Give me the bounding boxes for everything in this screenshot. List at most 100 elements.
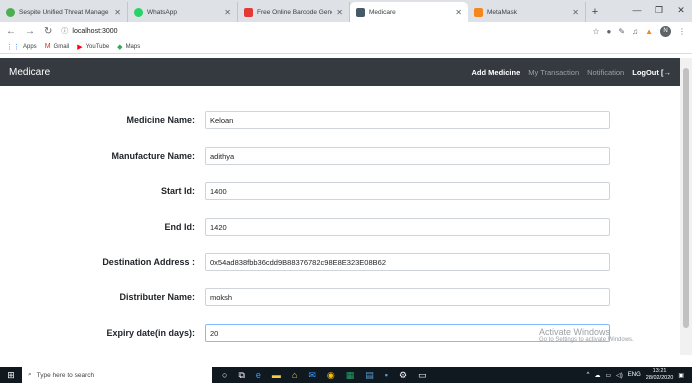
terminal-icon[interactable]: ▭ xyxy=(418,370,427,381)
maximize-icon[interactable]: ❐ xyxy=(648,0,670,20)
language-indicator[interactable]: ENG xyxy=(628,372,641,378)
new-tab-button[interactable]: + xyxy=(586,2,604,22)
add-medicine-form: Medicine Name: Manufacture Name: Start I… xyxy=(0,86,680,355)
cloud-icon[interactable]: ☁ xyxy=(594,372,600,379)
maps-icon: ◆ xyxy=(117,43,123,51)
medicine-name-input[interactable] xyxy=(205,111,610,129)
close-icon[interactable]: ✕ xyxy=(224,8,231,17)
end-id-label: End Id: xyxy=(164,222,196,232)
logout-icon: [→ xyxy=(661,67,671,77)
app-icon[interactable]: ▪ xyxy=(385,370,388,380)
close-icon[interactable]: ✕ xyxy=(572,8,579,17)
task-view-icon[interactable]: ⧉ xyxy=(238,370,244,381)
apps-icon: ⋮⋮ xyxy=(6,43,20,51)
tab-sespite[interactable]: Sespite Unified Threat Manage ✕ xyxy=(0,2,128,22)
info-icon[interactable]: ⓘ xyxy=(61,26,68,36)
tab-metamask[interactable]: MetaMask ✕ xyxy=(468,2,586,22)
url-input[interactable]: ⓘ localhost:3000 xyxy=(61,24,592,38)
bookmark-apps[interactable]: ⋮⋮ Apps xyxy=(6,43,37,51)
file-explorer-icon[interactable]: ▬ xyxy=(272,370,281,380)
bookmark-gmail[interactable]: M Gmail xyxy=(45,43,70,50)
settings-icon[interactable]: ⚙ xyxy=(399,370,407,381)
edge-icon[interactable]: e xyxy=(256,370,261,380)
close-icon[interactable]: ✕ xyxy=(336,8,343,17)
manufacture-name-input[interactable] xyxy=(205,147,610,165)
form-row-manufacture-name: Manufacture Name: xyxy=(0,146,680,166)
excel-icon[interactable]: ▦ xyxy=(346,370,355,381)
reload-icon[interactable]: ↻ xyxy=(44,26,52,37)
search-icon: ⌕ xyxy=(28,371,32,378)
taskbar-search[interactable]: ⌕ Type here to search xyxy=(22,367,212,383)
brand-logo[interactable]: Medicare xyxy=(9,67,472,78)
close-icon[interactable]: ✕ xyxy=(114,8,121,17)
form-row-medicine-name: Medicine Name: xyxy=(0,110,680,130)
close-icon[interactable]: ✕ xyxy=(455,8,462,17)
youtube-icon: ▶ xyxy=(77,43,83,51)
distributer-name-label: Distributer Name: xyxy=(119,292,195,302)
bookmark-maps[interactable]: ◆ Maps xyxy=(117,43,140,51)
battery-icon[interactable]: ▭ xyxy=(605,372,611,379)
nav-notification[interactable]: Notification xyxy=(587,68,624,77)
tab-whatsapp[interactable]: WhatsApp ✕ xyxy=(128,2,238,22)
form-row-distributer-name: Distributer Name: xyxy=(0,287,680,307)
browser-actions: ☆ ● ✎ ♫ ▲ N ⋮ xyxy=(592,25,686,37)
browser-tab-bar: Sespite Unified Threat Manage ✕ WhatsApp… xyxy=(0,0,692,22)
activate-windows-watermark: Activate Windows Go to Settings to activ… xyxy=(539,327,634,343)
menu-icon[interactable]: ⋮ xyxy=(678,27,686,36)
manufacture-name-label: Manufacture Name: xyxy=(111,151,195,161)
minimize-icon[interactable]: — xyxy=(626,0,648,20)
nav-my-transaction[interactable]: My Transaction xyxy=(528,68,579,77)
sespite-icon xyxy=(6,7,15,17)
nav-links: Add Medicine My Transaction Notification… xyxy=(472,68,672,77)
extension-icon[interactable]: ● xyxy=(607,27,612,36)
page-scrollbar[interactable] xyxy=(680,58,692,355)
start-id-input[interactable] xyxy=(205,182,610,200)
gmail-icon: M xyxy=(44,43,51,50)
bookmark-youtube[interactable]: ▶ YouTube xyxy=(77,43,109,51)
mail-icon[interactable]: ✉ xyxy=(308,370,316,381)
end-id-input[interactable] xyxy=(205,218,610,236)
whatsapp-icon xyxy=(134,7,143,17)
tab-medicare[interactable]: Medicare ✕ xyxy=(350,2,468,22)
volume-icon[interactable]: ◁) xyxy=(616,372,623,379)
star-icon[interactable]: ☆ xyxy=(592,27,599,36)
taskbar-clock[interactable]: 13:21 28/02/2020 xyxy=(646,368,674,382)
medicine-name-label: Medicine Name: xyxy=(126,115,195,125)
forward-icon[interactable]: → xyxy=(25,26,35,37)
window-controls: — ❐ ✕ xyxy=(626,0,692,20)
windows-start-icon[interactable]: ⊞ xyxy=(0,367,22,383)
music-icon[interactable]: ♫ xyxy=(632,27,638,36)
profile-avatar[interactable]: N xyxy=(660,25,671,37)
distributer-name-input[interactable] xyxy=(205,288,610,306)
close-window-icon[interactable]: ✕ xyxy=(670,0,692,20)
app-navbar: Medicare Add Medicine My Transaction Not… xyxy=(0,58,680,86)
word-icon[interactable]: ▤ xyxy=(365,370,374,381)
medicare-icon xyxy=(356,7,365,17)
nav-add-medicine[interactable]: Add Medicine xyxy=(472,68,521,77)
metamask-icon xyxy=(474,7,483,17)
scrollbar-thumb[interactable] xyxy=(683,68,689,328)
store-icon[interactable]: ⌂ xyxy=(292,370,297,380)
pen-icon[interactable]: ✎ xyxy=(618,27,625,36)
chrome-icon[interactable]: ◉ xyxy=(327,370,335,381)
destination-address-label: Destination Address : xyxy=(102,257,195,267)
tab-barcode[interactable]: Free Online Barcode Generato ✕ xyxy=(238,2,350,22)
bookmarks-bar: ⋮⋮ Apps M Gmail ▶ YouTube ◆ Maps xyxy=(0,40,692,54)
metamask-extension-icon[interactable]: ▲ xyxy=(645,27,653,36)
cortana-icon[interactable]: ○ xyxy=(222,370,227,380)
destination-address-input[interactable] xyxy=(205,253,610,271)
barcode-icon xyxy=(244,7,253,17)
form-row-end-id: End Id: xyxy=(0,217,680,237)
form-row-start-id: Start Id: xyxy=(0,181,680,201)
expiry-date-label: Expiry date(in days): xyxy=(106,328,195,338)
url-text: localhost:3000 xyxy=(72,27,118,35)
back-icon[interactable]: ← xyxy=(6,26,16,37)
start-id-label: Start Id: xyxy=(160,186,195,196)
nav-logout[interactable]: LogOut [→ xyxy=(632,68,671,77)
system-tray: ^ ☁ ▭ ◁) ENG 13:21 28/02/2020 ▣ xyxy=(587,367,684,383)
notification-icon[interactable]: ▣ xyxy=(678,372,684,379)
taskbar-apps: ○ ⧉ e ▬ ⌂ ✉ ◉ ▦ ▤ ▪ ⚙ ▭ xyxy=(212,370,427,381)
chevron-up-icon[interactable]: ^ xyxy=(587,372,590,378)
form-row-destination-address: Destination Address : xyxy=(0,252,680,272)
address-bar: ← → ↻ ⓘ localhost:3000 ☆ ● ✎ ♫ ▲ N ⋮ xyxy=(0,22,692,40)
